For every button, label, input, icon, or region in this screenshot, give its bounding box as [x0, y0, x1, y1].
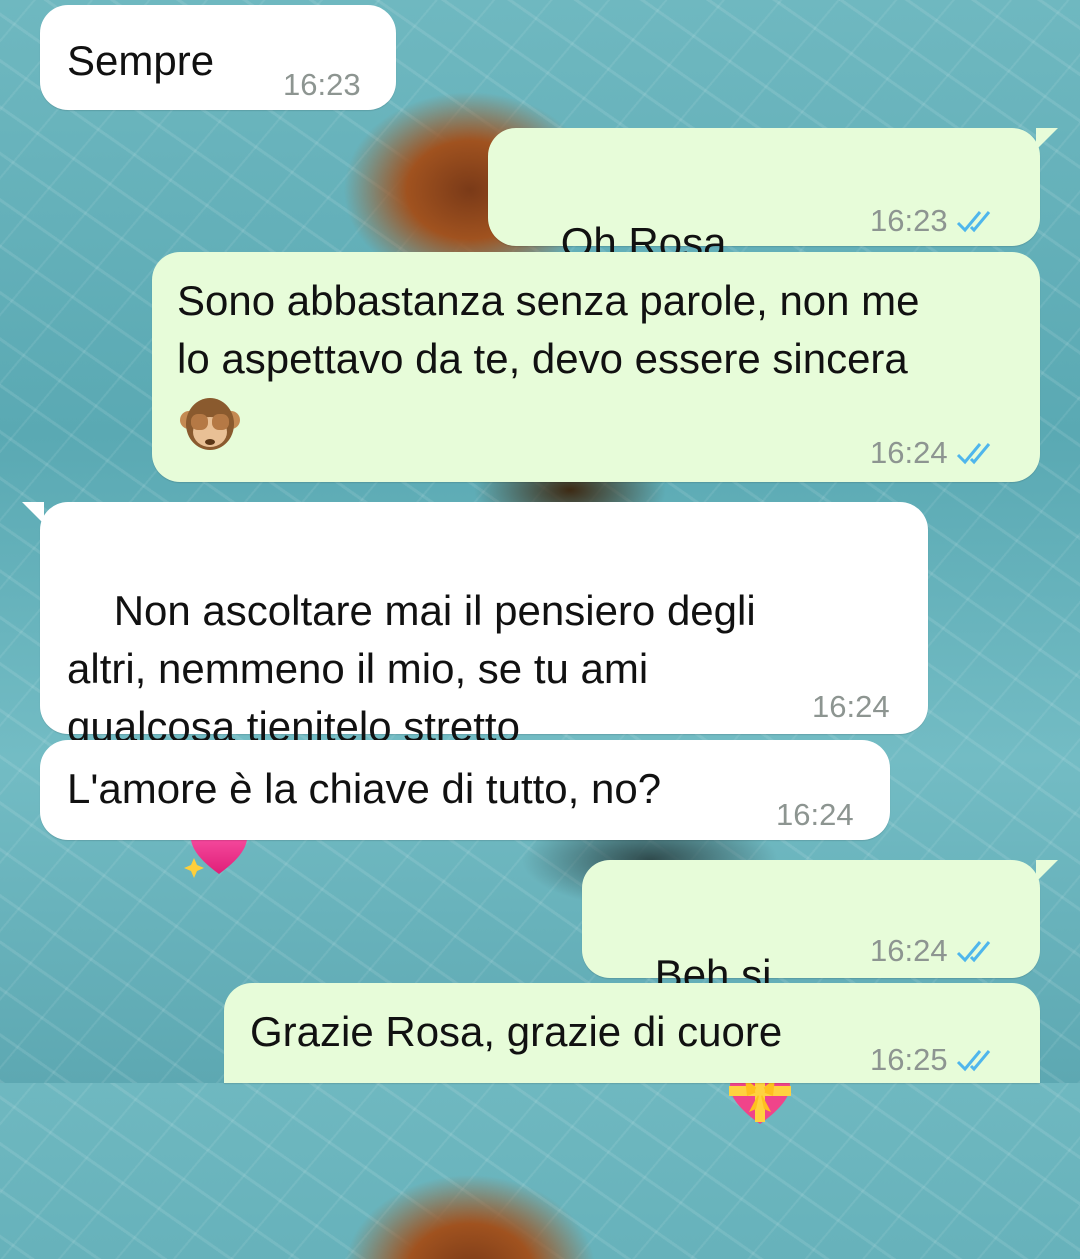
double-check-read-icon	[956, 211, 990, 233]
message-bubble-incoming[interactable]: Sempre 16:23	[40, 5, 396, 110]
message-text-content: Non ascoltare mai il pensiero degli altr…	[67, 587, 756, 750]
message-meta: 16:24	[812, 678, 890, 736]
message-meta: 16:23	[283, 56, 361, 114]
message-meta: 16:24	[870, 922, 996, 980]
message-bubble-outgoing[interactable]: Beh si.. 16:24	[582, 860, 1058, 1124]
message-bubble-incoming[interactable]: L'amore è la chiave di tutto, no? 16:24	[40, 740, 890, 840]
message-meta: 16:25	[870, 1031, 996, 1089]
double-check-read-icon	[956, 1050, 990, 1072]
message-meta: 16:24	[870, 424, 996, 482]
message-time: 16:24	[812, 689, 890, 724]
message-time: 16:23	[870, 203, 948, 238]
message-time: 16:24	[870, 933, 948, 968]
see-no-evil-monkey-icon	[177, 392, 243, 473]
message-bubble-outgoing[interactable]: Oh Rosa 16:23	[488, 128, 1058, 589]
message-time: 16:25	[870, 1042, 948, 1077]
message-text: Sempre	[67, 37, 215, 84]
message-text: Grazie Rosa, grazie di cuore	[250, 1008, 783, 1055]
message-meta: 16:24	[776, 786, 854, 844]
message-time: 16:24	[776, 797, 854, 832]
message-text: L'amore è la chiave di tutto, no?	[67, 765, 662, 812]
message-bubble-outgoing[interactable]: Grazie Rosa, grazie di cuore 16:25	[224, 983, 1040, 1083]
message-meta: 16:23	[870, 192, 996, 250]
message-time: 16:23	[283, 67, 361, 102]
double-check-read-icon	[956, 941, 990, 963]
message-time: 16:24	[870, 435, 948, 470]
message-bubble-incoming[interactable]: Non ascoltare mai il pensiero degli altr…	[22, 502, 928, 878]
message-text: Sono abbastanza senza parole, non me lo …	[177, 277, 920, 382]
message-bubble-outgoing[interactable]: Sono abbastanza senza parole, non me lo …	[152, 252, 1040, 482]
double-check-read-icon	[956, 443, 990, 465]
